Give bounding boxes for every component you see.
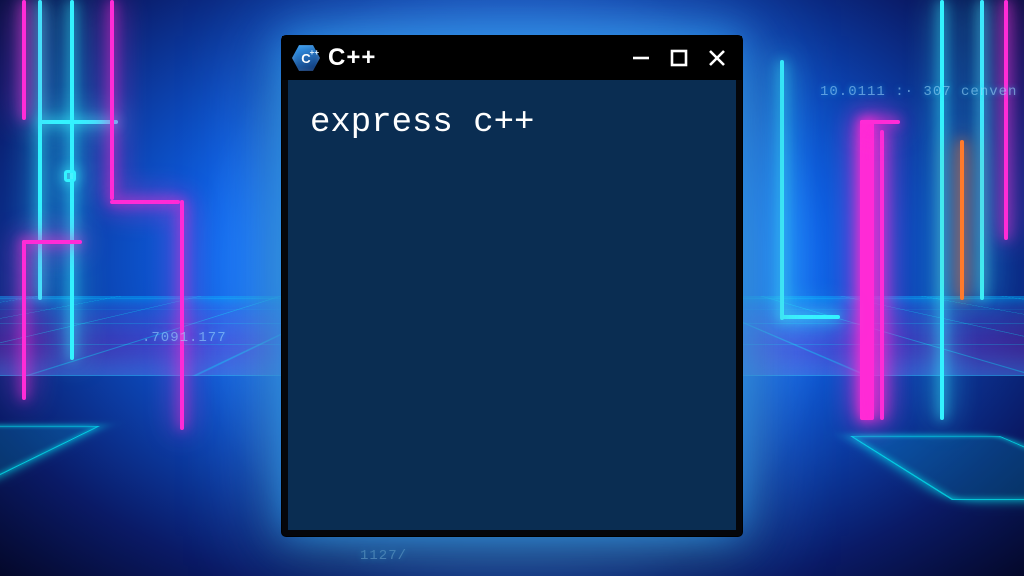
bg-digits-bottom: 1127/ [360,548,407,564]
window-title: C++ [328,44,376,72]
trace-pink [22,0,26,120]
trace-pink [860,120,874,420]
trace-pink [180,200,184,430]
trace-orange [960,140,964,300]
bg-digits-left: .7091.177 [142,330,227,346]
maximize-button[interactable] [664,43,694,73]
trace-cyan [980,0,984,300]
minimize-button[interactable] [626,43,656,73]
close-button[interactable] [702,43,732,73]
stage: .7091.177 10.0111 :· 307 cenven 1127/ C … [0,0,1024,576]
trace-pink [110,200,180,204]
trace-node [64,170,76,182]
trace-pink [860,120,900,124]
trace-pink [1004,0,1008,240]
terminal-output-line: express c++ [310,104,714,142]
cpp-logo-icon: C ++ [292,44,320,72]
trace-cyan [780,60,784,320]
close-icon [707,48,727,68]
trace-cyan [38,0,42,300]
terminal-window: C ++ C++ express c++ [282,36,742,536]
trace-pink [22,240,26,400]
trace-cyan [780,315,840,319]
terminal-client-area[interactable]: express c++ [288,80,736,530]
minimize-icon [631,48,651,68]
trace-pink [880,130,884,420]
titlebar[interactable]: C ++ C++ [282,36,742,80]
trace-pink [22,240,82,244]
trace-cyan [38,120,118,124]
bg-digits-right: 10.0111 :· 307 cenven [820,84,1017,100]
trace-cyan [70,0,74,360]
maximize-icon [669,48,689,68]
trace-pink [110,0,114,200]
trace-cyan [940,0,944,420]
